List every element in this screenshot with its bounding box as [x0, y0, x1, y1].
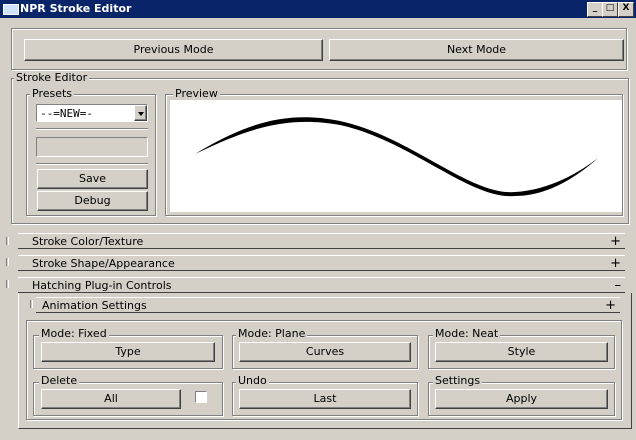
dropdown-arrow-icon[interactable] — [134, 105, 147, 121]
stroke-editor-label: Stroke Editor — [14, 71, 90, 84]
stroke-preview-canvas — [170, 100, 622, 212]
previous-mode-button[interactable]: Previous Mode — [24, 39, 323, 61]
apply-button[interactable]: Apply — [435, 389, 608, 409]
rollout-stroke-shape[interactable]: Stroke Shape/Appearance + — [18, 255, 625, 271]
rollout-label: Stroke Shape/Appearance — [32, 257, 175, 270]
next-mode-button[interactable]: Next Mode — [329, 39, 624, 61]
preview-label: Preview — [173, 87, 220, 100]
expand-icon[interactable]: + — [605, 298, 616, 313]
debug-button[interactable]: Debug — [37, 191, 148, 211]
rollout-grip — [30, 300, 33, 308]
window-title: NPR Stroke Editor — [20, 2, 132, 15]
expand-icon[interactable]: + — [610, 256, 621, 271]
rollout-label: Stroke Color/Texture — [32, 235, 144, 248]
preset-name-field[interactable] — [36, 137, 148, 157]
undo-label: Undo — [236, 374, 269, 387]
style-button[interactable]: Style — [435, 342, 608, 362]
rollout-label: Animation Settings — [42, 299, 147, 312]
mode-plane-label: Mode: Plane — [236, 327, 308, 340]
delete-label: Delete — [39, 374, 80, 387]
rollout-label: Hatching Plug-in Controls — [32, 279, 172, 292]
minimize-icon[interactable]: _ — [587, 2, 603, 17]
stroke-preview-curve — [195, 117, 598, 197]
presets-divider — [36, 163, 148, 165]
mode-neat-label: Mode: Neat — [433, 327, 501, 340]
rollout-grip — [6, 280, 9, 288]
save-button[interactable]: Save — [37, 169, 148, 189]
rollout-grip — [6, 237, 9, 245]
settings-label: Settings — [433, 374, 483, 387]
rollout-grip — [6, 258, 9, 266]
rollout-stroke-color[interactable]: Stroke Color/Texture + — [18, 233, 625, 249]
curves-button[interactable]: Curves — [239, 342, 411, 362]
rollout-animation-settings[interactable]: Animation Settings + — [36, 297, 620, 313]
title-bar: NPR Stroke Editor _ □ X — [0, 0, 636, 18]
presets-divider — [36, 128, 148, 130]
undo-last-button[interactable]: Last — [239, 389, 411, 409]
delete-all-button[interactable]: All — [41, 389, 181, 409]
app-icon — [3, 4, 19, 15]
collapse-icon[interactable]: – — [615, 278, 622, 293]
expand-icon[interactable]: + — [610, 234, 621, 249]
maximize-icon[interactable]: □ — [602, 2, 618, 17]
type-button[interactable]: Type — [41, 342, 215, 362]
rollout-hatching[interactable]: Hatching Plug-in Controls – — [18, 277, 625, 293]
close-icon[interactable]: X — [618, 2, 634, 17]
presets-label: Presets — [30, 87, 75, 100]
presets-selected: --=NEW=- — [40, 107, 93, 120]
delete-checkbox[interactable] — [195, 391, 207, 403]
mode-fixed-label: Mode: Fixed — [39, 327, 109, 340]
presets-dropdown[interactable]: --=NEW=- — [36, 104, 148, 122]
